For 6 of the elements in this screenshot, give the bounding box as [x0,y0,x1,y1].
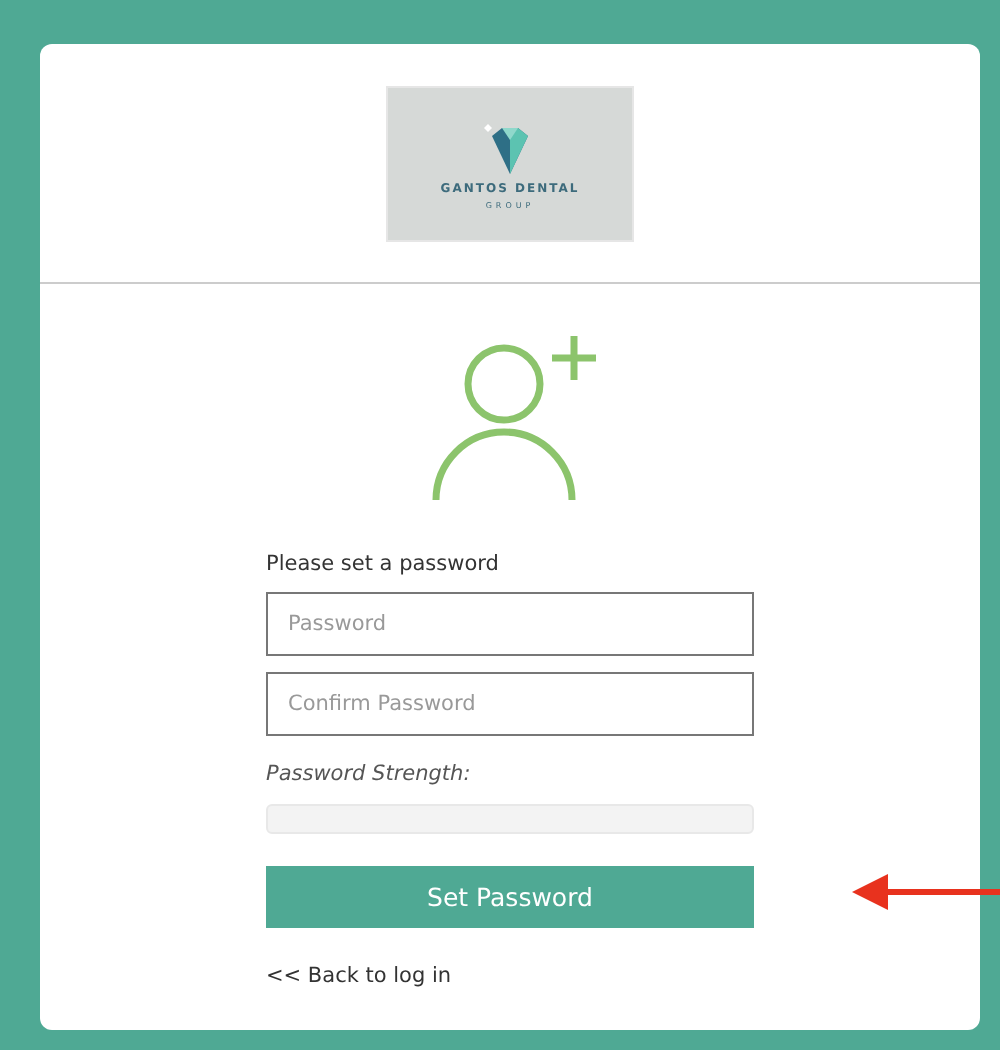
password-field[interactable]: Password [266,592,754,656]
arrow-icon [852,872,1000,912]
back-link[interactable]: << Back to log in [266,964,452,988]
strength-label: Password Strength: [266,762,473,786]
password-field[interactable]: Confirm Password [266,672,754,736]
form-prompt: Please set a password [266,552,501,576]
